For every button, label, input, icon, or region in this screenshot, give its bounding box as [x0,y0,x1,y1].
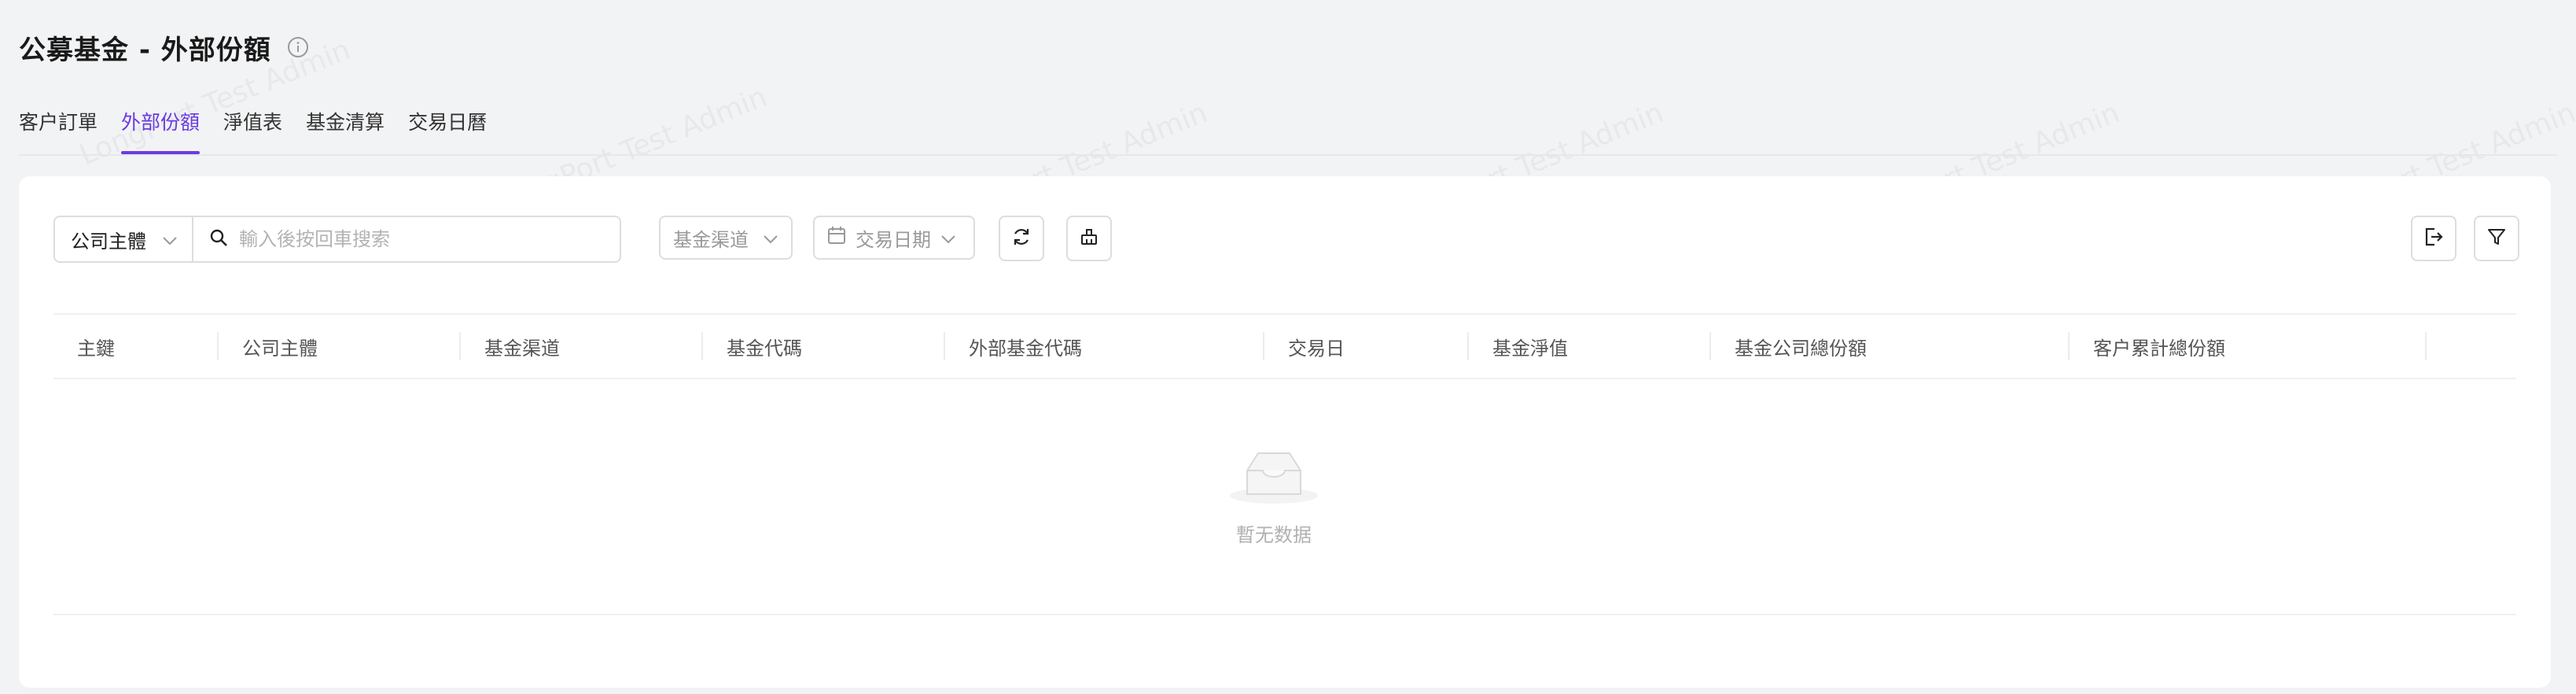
export-button[interactable] [2411,216,2456,261]
content-card: 公司主體 基金渠道 交易日期 [19,176,2551,688]
tab-fund-settlement[interactable]: 基金清算 [306,107,385,153]
fund-channel-select[interactable]: 基金渠道 [659,216,793,260]
search-icon [209,228,228,250]
trade-date-placeholder: 交易日期 [856,228,931,251]
table-body: 暫无数据 [53,379,2516,615]
filter-toolbar: 公司主體 基金渠道 交易日期 [53,216,2519,263]
tab-external-shares[interactable]: 外部份額 [121,107,201,154]
search-box [193,217,620,261]
table-header: 主鍵 公司主體 基金渠道 基金代碼 外部基金代碼 交易日 基金淨值 基金公司總份… [53,313,2516,379]
tab-trading-calendar[interactable]: 交易日曆 [408,107,487,153]
page-title: 公募基金 - 外部份額 [19,34,271,66]
refresh-icon [1011,227,1032,250]
column-header[interactable]: 基金渠道 [461,315,703,378]
column-header[interactable]: 交易日 [1264,315,1469,378]
tab-customer-orders[interactable]: 客户訂單 [19,107,98,153]
trade-date-picker[interactable]: 交易日期 [813,216,975,260]
page-header: 公募基金 - 外部份額 [19,27,309,68]
search-input[interactable] [237,227,571,251]
export-icon [2423,227,2444,250]
filter-icon [2486,227,2507,250]
refresh-button[interactable] [999,216,1044,261]
clear-filters-button[interactable] [1066,216,1112,261]
chevron-down-icon [940,227,956,249]
column-header[interactable]: 基金代碼 [703,315,945,378]
column-header[interactable]: 公司主體 [219,315,461,378]
entity-select-value: 公司主體 [71,230,146,253]
chevron-down-icon [763,227,778,249]
calendar-icon [827,226,846,249]
tab-bar: 客户訂單 外部份額 淨值表 基金清算 交易日曆 [19,107,2557,156]
column-header[interactable]: 客户累計總份額 [2070,315,2427,378]
entity-search-combo: 公司主體 [53,216,621,263]
clear-icon [1079,227,1099,250]
tab-nav-table[interactable]: 淨值表 [223,107,282,153]
filter-button[interactable] [2474,216,2519,261]
empty-text: 暫无数据 [1236,524,1312,546]
chevron-down-icon [162,228,178,250]
column-header[interactable]: 外部基金代碼 [945,315,1264,378]
empty-state: 暫无数据 [1195,442,1352,547]
shares-table: 主鍵 公司主體 基金渠道 基金代碼 外部基金代碼 交易日 基金淨值 基金公司總份… [53,313,2516,615]
fund-channel-placeholder: 基金渠道 [673,228,749,251]
column-header[interactable]: 主鍵 [53,315,219,378]
column-header[interactable]: 基金公司總份額 [1711,315,2070,378]
empty-inbox-icon [1227,452,1321,508]
column-header[interactable]: 基金淨值 [1469,315,1711,378]
entity-select[interactable]: 公司主體 [55,217,193,261]
info-icon[interactable] [287,36,309,58]
